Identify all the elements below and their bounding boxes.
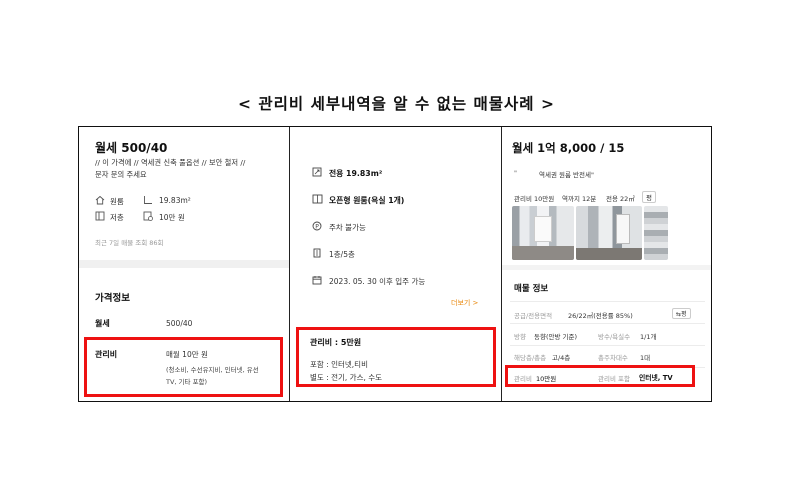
- listing-panel-2: 전용 19.83m² 오픈형 원룸(욕실 1개) P 주차 불가능 1층/5층 …: [289, 127, 501, 401]
- info-value: 1/1개: [640, 333, 657, 341]
- section-divider: [502, 265, 711, 270]
- unit-toggle-label: 평: [681, 311, 687, 318]
- parking-info: 주차 불가능: [329, 223, 366, 232]
- area-value: 전용 19.83m²: [329, 169, 383, 178]
- row-divider: [510, 323, 705, 324]
- svg-text:P: P: [315, 223, 319, 230]
- fee-icon: [143, 211, 153, 221]
- calendar-icon: [312, 275, 322, 285]
- info-value: 동향(안방 기준): [534, 333, 578, 341]
- row-divider: [510, 345, 705, 346]
- listing-price: 월세 1억 8,000 / 15: [512, 141, 625, 155]
- listing-description-line: // 이 가격에 // 역세권 신축 풀옵션 // 보안 철저 //: [95, 158, 246, 167]
- building-icon: [312, 248, 322, 258]
- listing-description-line: 문자 문의 주세요: [95, 170, 147, 179]
- info-label: 공급/전용면적: [514, 312, 553, 320]
- info-value: 26/22㎡(전용률 85%): [568, 312, 633, 320]
- swap-icon[interactable]: ⇆평: [672, 308, 691, 319]
- section-title: 매물 정보: [514, 284, 549, 294]
- parking-icon: P: [312, 221, 322, 231]
- info-value: 고/4층: [552, 354, 571, 362]
- row-divider: [510, 301, 705, 302]
- view-count: 최근 7일 매물 조회 86회: [95, 239, 164, 247]
- rent-label: 월세: [95, 319, 110, 328]
- highlight-box: [296, 327, 496, 387]
- section-divider: [79, 260, 289, 268]
- floor-icon: [95, 211, 105, 221]
- listing-price: 월세 500/40: [95, 141, 168, 155]
- tag-fee: 관리비 10만원: [514, 195, 555, 203]
- section-title: 가격정보: [95, 293, 130, 304]
- highlight-box: [505, 365, 695, 387]
- fee-short-value: 10만 원: [159, 213, 185, 222]
- area-value: 19.83m²: [159, 196, 191, 205]
- listing-subtitle: 역세권 원룸 반전세": [539, 171, 594, 179]
- info-label: 방수/욕실수: [598, 333, 631, 341]
- rent-value: 500/40: [166, 319, 193, 328]
- tag-station: 역까지 12분: [562, 195, 597, 203]
- move-in-date: 2023. 05. 30 이후 입주 가능: [329, 277, 426, 286]
- floor-value: 1층/5층: [329, 250, 355, 259]
- page-title: < 관리비 세부내역을 알 수 없는 매물사례 >: [238, 95, 555, 113]
- listing-panel-1: 월세 500/40 // 이 가격에 // 역세권 신축 풀옵션 // 보안 철…: [79, 127, 289, 401]
- tag-area: 전용 22㎡: [606, 195, 635, 203]
- info-label: 해당층/총층: [514, 354, 547, 362]
- room-type: 원룸: [110, 197, 124, 206]
- area-icon: [143, 195, 153, 205]
- more-link[interactable]: 더보기 >: [451, 298, 478, 308]
- room-photo[interactable]: [512, 206, 574, 260]
- highlight-box: [84, 337, 283, 397]
- unit-toggle[interactable]: 평: [642, 191, 656, 203]
- info-value: 1대: [640, 354, 651, 362]
- home-icon: [95, 195, 105, 205]
- room-photo[interactable]: [576, 206, 642, 260]
- listing-panel-3: 월세 1억 8,000 / 15 " 역세권 원룸 반전세" 관리비 10만원 …: [501, 127, 711, 401]
- info-label: 총주차대수: [598, 354, 628, 362]
- room-photo[interactable]: [644, 206, 668, 260]
- room-structure: 오픈형 원룸(욕실 1개): [329, 196, 405, 205]
- book-icon: [312, 194, 323, 204]
- listing-comparison-frame: 월세 500/40 // 이 가격에 // 역세권 신축 풀옵션 // 보안 철…: [78, 126, 712, 402]
- quote-mark: ": [514, 169, 517, 177]
- info-label: 방향: [514, 333, 526, 341]
- floor-value: 저층: [110, 213, 124, 222]
- size-icon: [312, 167, 322, 177]
